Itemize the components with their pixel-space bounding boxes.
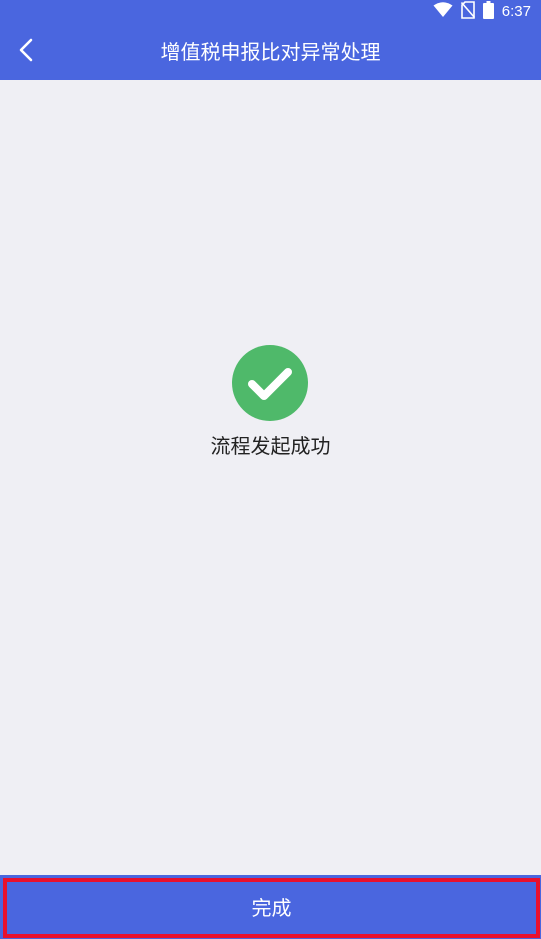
status-bar: 6:37 [0,0,541,24]
success-message: 流程发起成功 [210,434,331,458]
done-button[interactable]: 完成 [3,878,540,938]
check-circle-icon [232,345,308,421]
wifi-icon [433,2,453,22]
status-time: 6:37 [501,3,531,20]
battery-icon [482,1,494,23]
main-content: 流程发起成功 [0,80,541,875]
back-button[interactable] [6,32,46,72]
no-sim-icon [460,1,475,23]
bottom-bar: 完成 [0,875,541,939]
status-icons: 6:37 [433,1,531,23]
chevron-left-icon [19,38,33,66]
page-title: 增值税申报比对异常处理 [160,40,381,64]
nav-bar: 增值税申报比对异常处理 [0,24,541,80]
